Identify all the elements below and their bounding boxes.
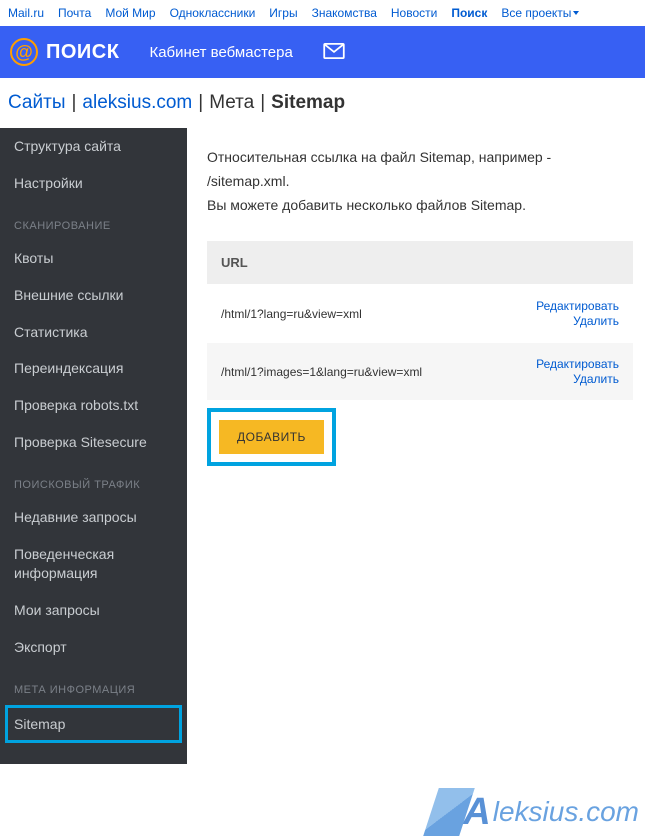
sidebar-item-robots[interactable]: Проверка robots.txt (0, 387, 187, 424)
intro-line1: Относительная ссылка на файл Sitemap, на… (207, 146, 633, 194)
topnav-poisk[interactable]: Поиск (451, 6, 487, 20)
edit-link[interactable]: Редактировать (536, 299, 619, 313)
watermark: Aleksius.com (431, 788, 639, 836)
delete-link[interactable]: Удалить (573, 314, 619, 328)
topnav-novosti[interactable]: Новости (391, 6, 437, 20)
add-button-highlight: ДОБАВИТЬ (207, 408, 336, 466)
top-nav: Mail.ru Почта Мой Мир Одноклассники Игры… (0, 0, 645, 26)
cabinet-label: Кабинет вебмастера (149, 44, 292, 61)
table-row: /html/1?images=1&lang=ru&view=xml Редакт… (207, 342, 633, 400)
content: Относительная ссылка на файл Sitemap, на… (187, 128, 645, 764)
topnav-mailru[interactable]: Mail.ru (8, 6, 44, 20)
sidebar-item-settings[interactable]: Настройки (0, 165, 187, 202)
edit-link[interactable]: Редактировать (536, 357, 619, 371)
intro-line2: Вы можете добавить несколько файлов Site… (207, 194, 633, 218)
sidebar-item-behavioral[interactable]: Поведенческая информация (0, 536, 187, 592)
topnav-moimir[interactable]: Мой Мир (105, 6, 155, 20)
main-area: Структура сайта Настройки СКАНИРОВАНИЕ К… (0, 128, 645, 764)
breadcrumb: Сайты | aleksius.com | Мета | Sitemap (0, 78, 645, 128)
sidebar: Структура сайта Настройки СКАНИРОВАНИЕ К… (0, 128, 187, 764)
logo-text: ПОИСК (46, 41, 119, 64)
intro-text: Относительная ссылка на файл Sitemap, на… (207, 146, 633, 217)
header-bar: ПОИСК Кабинет вебмастера (0, 26, 645, 78)
sidebar-item-reindex[interactable]: Переиндексация (0, 350, 187, 387)
topnav-all-projects-label: Все проекты (501, 6, 571, 20)
mail-icon[interactable] (323, 43, 345, 62)
row-actions: Редактировать Удалить (536, 299, 619, 328)
add-button[interactable]: ДОБАВИТЬ (219, 420, 324, 454)
sidebar-item-statistics[interactable]: Статистика (0, 314, 187, 351)
breadcrumb-meta: Мета (209, 92, 254, 114)
topnav-pochta[interactable]: Почта (58, 6, 91, 20)
watermark-rest: leksius.com (493, 796, 639, 828)
breadcrumb-current: Sitemap (271, 92, 345, 114)
sidebar-item-sitemap[interactable]: Sitemap (6, 706, 181, 743)
at-sign-icon (10, 38, 38, 66)
watermark-shape-icon (423, 788, 475, 836)
row-url: /html/1?images=1&lang=ru&view=xml (221, 365, 422, 379)
sidebar-section-meta: МЕТА ИНФОРМАЦИЯ (0, 666, 187, 704)
breadcrumb-domain[interactable]: aleksius.com (82, 92, 192, 114)
breadcrumb-sites[interactable]: Сайты (8, 92, 65, 114)
table-header-url: URL (207, 241, 633, 284)
sidebar-item-external-links[interactable]: Внешние ссылки (0, 277, 187, 314)
watermark-big: A (463, 791, 490, 834)
row-actions: Редактировать Удалить (536, 357, 619, 386)
sidebar-item-quotas[interactable]: Квоты (0, 240, 187, 277)
topnav-odnoklassniki[interactable]: Одноклассники (170, 6, 256, 20)
topnav-all-projects[interactable]: Все проекты (501, 6, 579, 20)
sidebar-section-traffic: ПОИСКОВЫЙ ТРАФИК (0, 461, 187, 499)
breadcrumb-sep: | (260, 92, 265, 114)
table-row: /html/1?lang=ru&view=xml Редактировать У… (207, 284, 633, 342)
sidebar-item-structure[interactable]: Структура сайта (0, 128, 187, 165)
logo[interactable]: ПОИСК (10, 38, 119, 66)
breadcrumb-sep: | (198, 92, 203, 114)
sidebar-item-my-queries[interactable]: Мои запросы (0, 592, 187, 629)
topnav-igry[interactable]: Игры (269, 6, 297, 20)
topnav-znakomstva[interactable]: Знакомства (312, 6, 377, 20)
sidebar-item-sitesecure[interactable]: Проверка Sitesecure (0, 424, 187, 461)
delete-link[interactable]: Удалить (573, 372, 619, 386)
chevron-down-icon (573, 11, 579, 15)
sidebar-item-export[interactable]: Экспорт (0, 629, 187, 666)
sidebar-item-recent-queries[interactable]: Недавние запросы (0, 499, 187, 536)
sidebar-section-scan: СКАНИРОВАНИЕ (0, 202, 187, 240)
row-url: /html/1?lang=ru&view=xml (221, 307, 362, 321)
breadcrumb-sep: | (71, 92, 76, 114)
